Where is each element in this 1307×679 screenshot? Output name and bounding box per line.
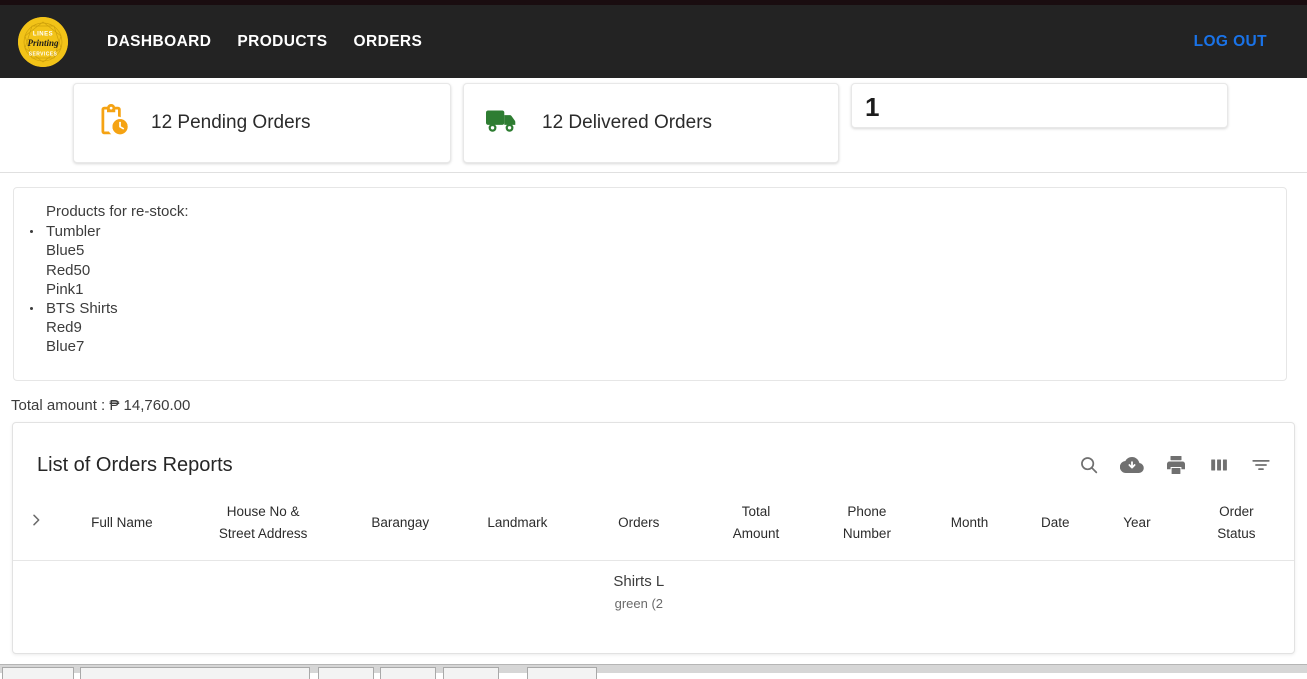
restock-title: Products for re-stock: (46, 202, 1286, 221)
view-columns-icon[interactable] (1208, 454, 1230, 476)
cell-orders-sub: green (2 (580, 596, 698, 611)
restock-item: Red50 (46, 261, 1286, 280)
restock-item: Tumbler (46, 222, 1286, 241)
count-card[interactable]: 1 (851, 83, 1228, 128)
total-amount-label: Total amount : ₱ 14,760.00 (0, 381, 1307, 422)
column-header-month[interactable]: Month (923, 487, 1015, 560)
column-header-barangay[interactable]: Barangay (342, 487, 459, 560)
nav-link-products[interactable]: PRODUCTS (224, 33, 340, 51)
count-card-value: 1 (865, 94, 879, 120)
cloud-download-icon[interactable] (1120, 453, 1144, 477)
chevron-right-icon[interactable] (28, 516, 44, 531)
restock-list: Tumbler Blue5 Red50 Pink1 BTS Shirts Red… (14, 222, 1286, 356)
cell-month (923, 560, 1015, 623)
restock-item: BTS Shirts (46, 299, 1286, 318)
orders-table-body: Shirts L green (2 (13, 560, 1294, 623)
restock-panel: Products for re-stock: Tumbler Blue5 Red… (13, 187, 1287, 381)
cell-total-amount (702, 560, 811, 623)
orders-table-head: Full Name House No & Street Address Bara… (13, 487, 1294, 560)
cell-address (185, 560, 342, 623)
orders-table-section: List of Orders Reports (0, 422, 1307, 654)
cell-phone-number (810, 560, 923, 623)
orders-table-toolbar-icons (1078, 453, 1272, 477)
cell-full-name (59, 560, 185, 623)
pending-orders-card[interactable]: 12 Pending Orders (73, 83, 451, 163)
nav-link-dashboard[interactable]: DASHBOARD (94, 33, 224, 51)
pending-clipboard-clock-icon (96, 104, 129, 142)
print-icon[interactable] (1164, 453, 1188, 477)
taskbar-button[interactable] (80, 667, 310, 679)
column-header-date[interactable]: Date (1016, 487, 1096, 560)
taskbar-button[interactable] (527, 667, 597, 679)
column-header-year[interactable]: Year (1095, 487, 1179, 560)
taskbar-button[interactable] (380, 667, 436, 679)
orders-table-title: List of Orders Reports (37, 454, 1078, 477)
filter-list-icon[interactable] (1250, 454, 1272, 476)
orders-table: Full Name House No & Street Address Bara… (13, 487, 1294, 623)
taskbar-button[interactable] (443, 667, 499, 679)
table-row[interactable]: Shirts L green (2 (13, 560, 1294, 623)
nav-links: DASHBOARD PRODUCTS ORDERS (94, 33, 435, 51)
lines-printing-services-logo[interactable]: LINES Printing SERVICES (18, 17, 68, 67)
cell-year (1095, 560, 1179, 623)
column-header-address[interactable]: House No & Street Address (185, 487, 342, 560)
restock-item: Red9 (46, 318, 1286, 337)
svg-text:SERVICES: SERVICES (29, 51, 58, 57)
taskbar-button[interactable] (2, 667, 74, 679)
orders-table-toolbar: List of Orders Reports (13, 423, 1294, 487)
restock-item: Blue5 (46, 241, 1286, 260)
expand-all-header[interactable] (13, 487, 59, 560)
search-icon[interactable] (1078, 454, 1100, 476)
logout-button[interactable]: LOG OUT (1194, 33, 1267, 51)
orders-table-panel: List of Orders Reports (12, 422, 1295, 654)
pending-orders-label: 12 Pending Orders (151, 112, 311, 134)
svg-text:Printing: Printing (27, 38, 59, 48)
cell-barangay (342, 560, 459, 623)
delivery-truck-icon (486, 106, 520, 141)
svg-text:LINES: LINES (33, 31, 53, 37)
column-header-full-name[interactable]: Full Name (59, 487, 185, 560)
orders-table-header-row: Full Name House No & Street Address Bara… (13, 487, 1294, 560)
cell-orders-main: Shirts L (580, 573, 698, 590)
delivered-orders-label: 12 Delivered Orders (542, 112, 712, 134)
logo-artwork: LINES Printing SERVICES (18, 17, 68, 67)
row-expand-cell[interactable] (13, 560, 59, 623)
stats-row: 12 Pending Orders 12 Delivered Orders 1 (0, 78, 1307, 173)
delivered-orders-card[interactable]: 12 Delivered Orders (463, 83, 839, 163)
cell-order-status (1179, 560, 1294, 623)
cell-date (1016, 560, 1096, 623)
top-navbar: LINES Printing SERVICES DASHBOARD PRODUC… (0, 5, 1307, 78)
cell-orders: Shirts L green (2 (576, 560, 702, 623)
column-header-order-status[interactable]: Order Status (1179, 487, 1294, 560)
column-header-total-amount[interactable]: Total Amount (702, 487, 811, 560)
taskbar-button[interactable] (318, 667, 374, 679)
restock-section: Products for re-stock: Tumbler Blue5 Red… (0, 173, 1307, 381)
nav-link-orders[interactable]: ORDERS (341, 33, 436, 51)
os-taskbar (0, 664, 1307, 673)
cell-landmark (459, 560, 576, 623)
column-header-landmark[interactable]: Landmark (459, 487, 576, 560)
column-header-orders[interactable]: Orders (576, 487, 702, 560)
column-header-phone-number[interactable]: Phone Number (810, 487, 923, 560)
restock-item: Blue7 (46, 337, 1286, 356)
restock-item: Pink1 (46, 280, 1286, 299)
